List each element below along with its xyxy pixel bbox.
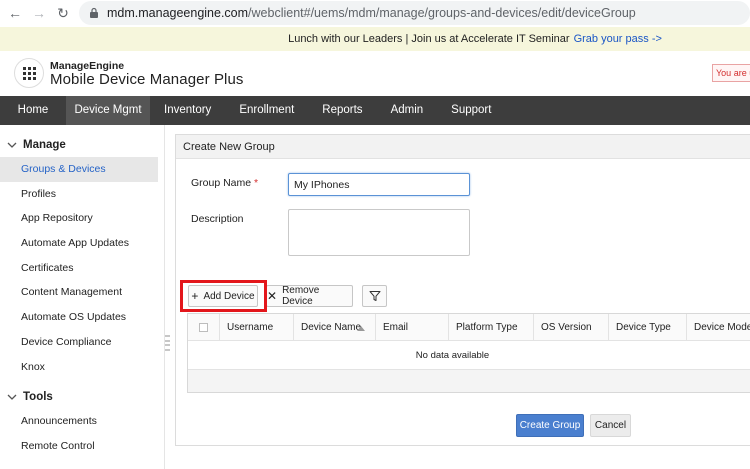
sidebar-item-certificates[interactable]: Certificates bbox=[0, 256, 164, 281]
browser-toolbar: ← → ↻ mdm.manageengine.com/webclient#/ue… bbox=[0, 0, 750, 26]
tab-inventory[interactable]: Inventory bbox=[150, 96, 225, 125]
remove-device-button[interactable]: ✕ Remove Device bbox=[266, 285, 353, 307]
tab-home[interactable]: Home bbox=[0, 96, 66, 125]
url-path: /webclient#/uems/mdm/manage/groups-and-d… bbox=[248, 6, 636, 20]
sidebar-item-groups-devices[interactable]: Groups & Devices bbox=[0, 157, 158, 182]
filter-button[interactable] bbox=[362, 285, 387, 307]
column-device-name[interactable]: Device Name bbox=[294, 314, 376, 341]
tab-reports[interactable]: Reports bbox=[308, 96, 376, 125]
highlight-annotation bbox=[180, 280, 267, 312]
column-device-model[interactable]: Device Model bbox=[687, 314, 750, 341]
product-name: Mobile Device Manager Plus bbox=[50, 71, 244, 88]
table-header: Username Device Name Email Platform Type… bbox=[188, 314, 750, 341]
tab-enrollment[interactable]: Enrollment bbox=[225, 96, 308, 125]
cancel-button[interactable]: Cancel bbox=[590, 414, 631, 437]
sidebar-item-app-repository[interactable]: App Repository bbox=[0, 206, 164, 231]
sidebar-item-knox[interactable]: Knox bbox=[0, 355, 164, 380]
sidebar-item-content-management[interactable]: Content Management bbox=[0, 280, 164, 305]
sidebar-item-remote-control[interactable]: Remote Control bbox=[0, 434, 164, 459]
sidebar-section-label: Manage bbox=[23, 139, 66, 151]
tab-support[interactable]: Support bbox=[437, 96, 505, 125]
sidebar-section-label: Tools bbox=[23, 391, 53, 404]
reload-icon[interactable]: ↻ bbox=[53, 3, 73, 23]
top-navigation: Home Device Mgmt Inventory Enrollment Re… bbox=[0, 96, 750, 125]
description-label: Description bbox=[191, 213, 244, 225]
device-table: Username Device Name Email Platform Type… bbox=[187, 313, 750, 393]
select-all-checkbox-cell bbox=[188, 314, 220, 341]
group-name-label: Group Name * bbox=[191, 177, 259, 189]
sidebar-item-announcements[interactable]: Announcements bbox=[0, 409, 164, 434]
sort-ascending-icon bbox=[357, 326, 365, 331]
chevron-down-icon bbox=[7, 394, 17, 401]
panel-title: Create New Group bbox=[176, 135, 750, 159]
table-footer bbox=[188, 370, 750, 392]
address-bar[interactable]: mdm.manageengine.com/webclient#/uems/mdm… bbox=[79, 1, 750, 25]
filter-icon bbox=[369, 291, 380, 301]
column-email[interactable]: Email bbox=[376, 314, 449, 341]
announcement-text: Lunch with our Leaders | Join us at Acce… bbox=[288, 33, 570, 45]
column-username[interactable]: Username bbox=[220, 314, 294, 341]
description-input[interactable] bbox=[288, 209, 470, 256]
create-group-panel: Create New Group Group Name * Descriptio… bbox=[175, 134, 750, 446]
column-platform-type[interactable]: Platform Type bbox=[449, 314, 534, 341]
sidebar-section-manage[interactable]: Manage bbox=[0, 137, 164, 153]
empty-table-message: No data available bbox=[188, 341, 750, 370]
close-icon: ✕ bbox=[267, 289, 278, 303]
sidebar-section-tools[interactable]: Tools bbox=[0, 389, 164, 405]
sidebar-item-device-compliance[interactable]: Device Compliance bbox=[0, 330, 164, 355]
create-group-button[interactable]: Create Group bbox=[516, 414, 584, 437]
url-host: mdm.manageengine.com bbox=[107, 6, 249, 20]
tab-device-mgmt[interactable]: Device Mgmt bbox=[66, 96, 150, 125]
select-all-checkbox[interactable] bbox=[199, 323, 208, 332]
forward-arrow-icon[interactable]: → bbox=[29, 3, 49, 23]
group-name-input[interactable] bbox=[288, 173, 470, 196]
user-notice[interactable]: You are us bbox=[712, 64, 750, 82]
sidebar-item-profiles[interactable]: Profiles bbox=[0, 182, 164, 207]
sidebar-resize-handle[interactable] bbox=[165, 335, 171, 351]
required-marker: * bbox=[254, 177, 259, 189]
remove-device-label: Remove Device bbox=[282, 285, 320, 307]
product-header: ManageEngine Mobile Device Manager Plus … bbox=[0, 51, 750, 96]
app-switcher-icon[interactable] bbox=[14, 58, 44, 88]
sidebar-item-automate-os-updates[interactable]: Automate OS Updates bbox=[0, 305, 164, 330]
sidebar-item-automate-app-updates[interactable]: Automate App Updates bbox=[0, 231, 164, 256]
column-device-type[interactable]: Device Type bbox=[609, 314, 687, 341]
sidebar: Manage Groups & Devices Profiles App Rep… bbox=[0, 125, 165, 469]
tab-admin[interactable]: Admin bbox=[377, 96, 438, 125]
grab-pass-link[interactable]: Grab your pass -> bbox=[574, 33, 662, 45]
announcement-banner: Lunch with our Leaders | Join us at Acce… bbox=[0, 27, 750, 51]
column-os-version[interactable]: OS Version bbox=[534, 314, 609, 341]
site-info-icon[interactable] bbox=[89, 7, 99, 19]
chevron-down-icon bbox=[7, 142, 17, 148]
back-arrow-icon[interactable]: ← bbox=[5, 3, 25, 23]
